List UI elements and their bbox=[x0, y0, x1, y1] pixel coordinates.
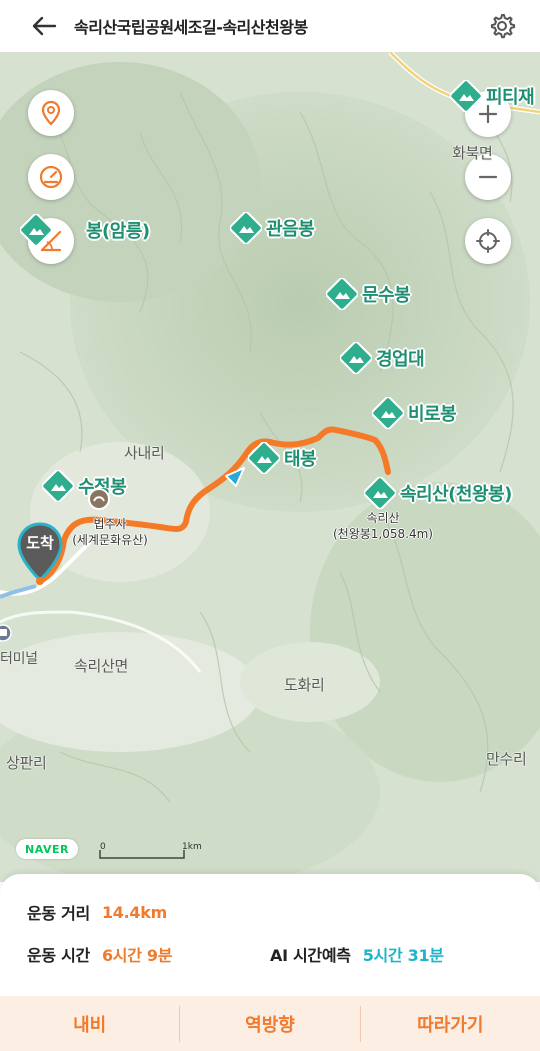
my-location-button[interactable] bbox=[465, 218, 511, 264]
page-title: 속리산국립공원세조길-속리산천왕봉 bbox=[74, 18, 308, 37]
naver-logo: NAVER bbox=[16, 839, 78, 859]
crosshair-icon bbox=[476, 229, 500, 253]
bus-icon bbox=[0, 624, 12, 642]
distance-row: 운동 거리 14.4km bbox=[27, 900, 167, 924]
peak-marker[interactable]: 태봉 bbox=[247, 441, 317, 475]
temple-icon bbox=[88, 488, 110, 510]
follow-button[interactable]: 따라가기 bbox=[361, 996, 540, 1051]
mountain-icon bbox=[19, 213, 53, 247]
minus-icon bbox=[478, 175, 498, 179]
place-label-songnisanmyeon: 속리산면 bbox=[74, 657, 129, 675]
place-label-dohwari: 도화리 bbox=[284, 676, 325, 694]
back-button[interactable] bbox=[20, 2, 68, 50]
mountain-icon bbox=[229, 211, 263, 245]
distance-label: 운동 거리 bbox=[27, 904, 90, 923]
place-label-terminal: 터미널 bbox=[0, 651, 38, 667]
mountain-icon bbox=[363, 476, 397, 510]
peak-marker[interactable]: 봉(암릉) bbox=[19, 213, 150, 247]
place-label-mansuri: 만수리 bbox=[486, 750, 527, 768]
location-pin-button[interactable] bbox=[28, 90, 74, 136]
settings-button[interactable] bbox=[484, 8, 520, 44]
scale-zero: 0 bbox=[100, 842, 106, 852]
place-label-hwabungmyeon: 화북면 bbox=[452, 144, 493, 162]
location-pin-icon bbox=[41, 100, 61, 126]
peak-marker[interactable]: 경업대 bbox=[339, 341, 425, 375]
ai-time-value: 5시간 31분 bbox=[362, 946, 444, 965]
speed-button[interactable] bbox=[28, 154, 74, 200]
time-label: 운동 시간 bbox=[27, 946, 90, 965]
mountain-icon bbox=[247, 441, 281, 475]
mountain-icon bbox=[449, 79, 483, 113]
navi-button[interactable]: 내비 bbox=[0, 996, 179, 1051]
reverse-button[interactable]: 역방향 bbox=[180, 996, 359, 1051]
gear-icon bbox=[490, 14, 516, 39]
place-label-sanaeri: 사내리 bbox=[124, 444, 165, 462]
summit-name: 속리산 bbox=[366, 511, 400, 525]
mountain-icon bbox=[371, 396, 405, 430]
direction-marker-icon bbox=[225, 467, 245, 487]
mountain-icon bbox=[339, 341, 373, 375]
peak-marker[interactable]: 피티재 bbox=[449, 79, 535, 113]
distance-value: 14.4km bbox=[101, 902, 167, 922]
time-row: 운동 시간 6시간 9분 bbox=[27, 942, 172, 966]
header: 속리산국립공원세조길-속리산천왕봉 bbox=[0, 0, 540, 52]
place-label-sangpanri: 상판리 bbox=[6, 754, 47, 772]
speedometer-icon bbox=[39, 165, 63, 189]
action-bar: 내비 역방향 따라가기 bbox=[0, 996, 540, 1051]
ai-time-label: AI 시간예측 bbox=[270, 946, 351, 965]
mountain-icon bbox=[325, 277, 359, 311]
arrow-left-icon bbox=[32, 16, 57, 36]
peak-marker[interactable]: 속리산(천왕봉) bbox=[363, 476, 512, 510]
ai-time-row: AI 시간예측 5시간 31분 bbox=[270, 942, 444, 966]
map-scale: 0 1km bbox=[98, 842, 218, 862]
mountain-icon bbox=[41, 469, 75, 503]
arrival-label: 도착 bbox=[26, 534, 54, 552]
summit-elevation: (천왕봉1,058.4m) bbox=[333, 527, 433, 541]
scale-one: 1km bbox=[182, 842, 202, 852]
time-value: 6시간 9분 bbox=[101, 946, 173, 965]
peak-marker[interactable]: 비로봉 bbox=[371, 396, 457, 430]
temple-label: 법주사 (세계문화유산) bbox=[72, 517, 148, 547]
peak-marker[interactable]: 문수봉 bbox=[325, 277, 411, 311]
stats-panel: 운동 거리 14.4km 운동 시간 6시간 9분 AI 시간예측 5시간 31… bbox=[0, 874, 540, 1051]
map-view[interactable]: 피티재 봉(암릉) 관음봉 문수봉 경업대 비로봉 태봉 속리산(천왕봉) 수정… bbox=[0, 52, 540, 882]
summit-info: 속리산 (천왕봉1,058.4m) bbox=[325, 510, 441, 542]
peak-marker[interactable]: 수정봉 bbox=[41, 469, 127, 503]
peak-marker[interactable]: 관음봉 bbox=[229, 211, 315, 245]
arrival-marker[interactable]: 도착 bbox=[16, 522, 64, 586]
